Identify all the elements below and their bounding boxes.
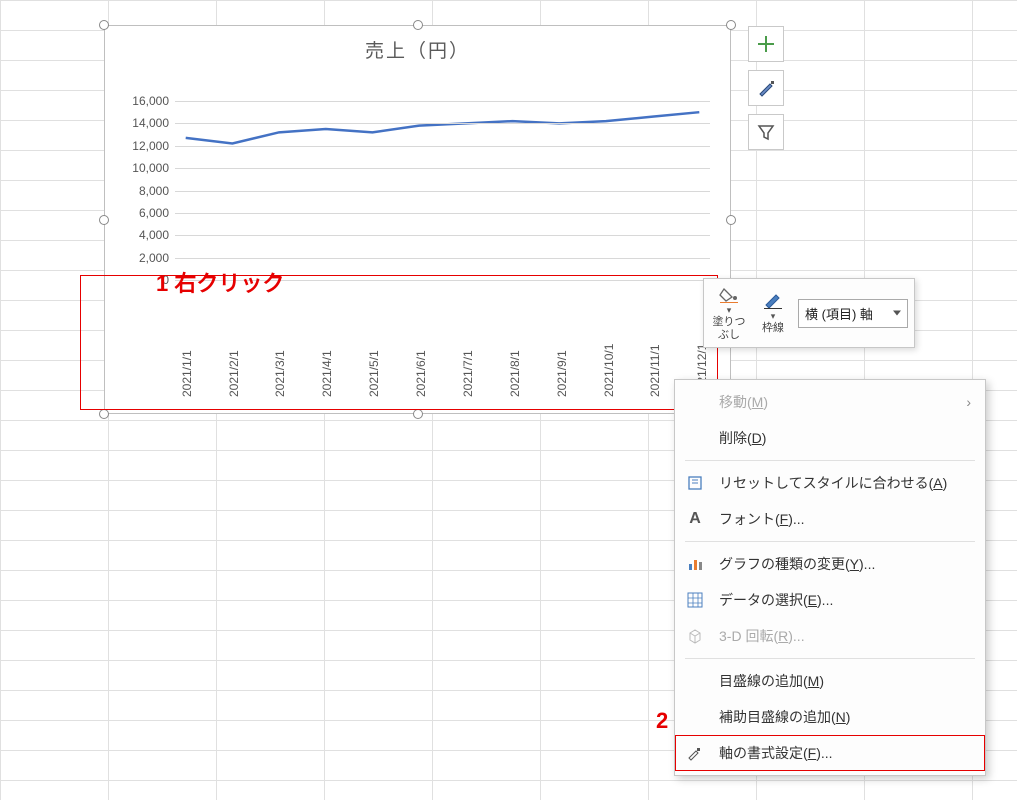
menu-item-label: グラフの種類の変更(Y)...: [719, 554, 875, 574]
mini-toolbar: ▾ 塗りつぶし ▾ 枠線 横 (項目) 軸: [703, 278, 915, 348]
menu-item-delete[interactable]: 削除(D): [675, 420, 985, 456]
menu-item-label: 補助目盛線の追加(N): [719, 707, 850, 727]
gridline: [175, 168, 710, 169]
resize-handle[interactable]: [99, 409, 109, 419]
selector-value: 横 (項目) 軸: [805, 307, 873, 322]
menu-separator: [685, 658, 975, 659]
outline-label: 枠線: [762, 322, 784, 334]
grid-icon: [685, 590, 705, 610]
x-tick-label[interactable]: 2021/5/1: [367, 350, 381, 397]
gridline: [175, 123, 710, 124]
menu-item-label: データの選択(E)...: [719, 590, 833, 610]
outline-button[interactable]: ▾ 枠線: [754, 291, 792, 334]
annotation-step-1: 1 右クリック: [156, 266, 284, 298]
menu-item-mingrid[interactable]: 補助目盛線の追加(N): [675, 699, 985, 735]
menu-item-move: 移動(M) ›: [675, 384, 985, 420]
chart-side-buttons: [748, 26, 784, 158]
y-tick-label: 14,000: [132, 116, 169, 130]
menu-item-label: リセットしてスタイルに合わせる(A): [719, 473, 947, 493]
chart-filters-button[interactable]: [748, 114, 784, 150]
y-axis-ticks: 02,0004,0006,0008,00010,00012,00014,0001…: [117, 101, 175, 280]
plot-area[interactable]: [175, 101, 710, 280]
y-tick-label: 6,000: [139, 206, 169, 220]
plus-icon: [756, 34, 776, 54]
blank-icon: [685, 671, 705, 691]
x-tick-label[interactable]: 2021/7/1: [461, 350, 475, 397]
annotation-step-2: 2: [656, 708, 668, 734]
menu-separator: [685, 541, 975, 542]
data-series-line[interactable]: [186, 112, 700, 143]
x-tick-label[interactable]: 2021/4/1: [320, 350, 334, 397]
y-tick-label: 16,000: [132, 94, 169, 108]
x-tick-label[interactable]: 2021/11/1: [648, 345, 662, 398]
chart-title[interactable]: 売上（円）: [105, 26, 730, 67]
blank-icon: [685, 707, 705, 727]
blank-icon: [685, 428, 705, 448]
menu-item-font[interactable]: A フォント(F)...: [675, 501, 985, 537]
submenu-arrow-icon: ›: [966, 394, 971, 410]
menu-item-label: 軸の書式設定(F)...: [719, 743, 833, 763]
chart-element-selector[interactable]: 横 (項目) 軸: [798, 299, 908, 328]
resize-handle[interactable]: [99, 215, 109, 225]
menu-item-label: 目盛線の追加(M): [719, 671, 824, 691]
x-tick-label[interactable]: 2021/2/1: [227, 350, 241, 397]
reset-icon: [685, 473, 705, 493]
pen-icon: [762, 291, 784, 309]
chart-object[interactable]: 売上（円） 02,0004,0006,0008,00010,00012,0001…: [104, 25, 731, 414]
chart-icon: [685, 554, 705, 574]
menu-item-label: 3-D 回転(R)...: [719, 626, 805, 646]
chart-styles-button[interactable]: [748, 70, 784, 106]
cube-icon: [685, 626, 705, 646]
menu-item-reset[interactable]: リセットしてスタイルに合わせる(A): [675, 465, 985, 501]
menu-separator: [685, 460, 975, 461]
format-icon: [685, 743, 705, 763]
brush-icon: [756, 78, 776, 98]
x-tick-label[interactable]: 2021/9/1: [555, 350, 569, 397]
x-tick-label[interactable]: 2021/3/1: [273, 350, 287, 397]
gridline: [175, 213, 710, 214]
y-tick-label: 10,000: [132, 161, 169, 175]
gridline: [175, 101, 710, 102]
gridline: [175, 258, 710, 259]
fill-label: 塗りつぶし: [712, 316, 745, 340]
y-tick-label: 4,000: [139, 228, 169, 242]
y-tick-label: 8,000: [139, 184, 169, 198]
menu-item-label: フォント(F)...: [719, 509, 805, 529]
x-tick-label[interactable]: 2021/6/1: [414, 350, 428, 397]
menu-item-label: 移動(M): [719, 392, 768, 412]
menu-item-label: 削除(D): [719, 428, 766, 448]
y-tick-label: 2,000: [139, 251, 169, 265]
paint-bucket-icon: [718, 285, 740, 303]
menu-item-dsel[interactable]: データの選択(E)...: [675, 582, 985, 618]
x-tick-label[interactable]: 2021/10/1: [602, 344, 616, 397]
resize-handle[interactable]: [726, 215, 736, 225]
menu-item-majgrid[interactable]: 目盛線の追加(M): [675, 663, 985, 699]
context-menu: 移動(M) › 削除(D) リセットしてスタイルに合わせる(A) A フォント(F)...…: [674, 379, 986, 776]
gridline: [175, 235, 710, 236]
fill-button[interactable]: ▾ 塗りつぶし: [710, 285, 748, 340]
y-tick-label: 12,000: [132, 139, 169, 153]
resize-handle[interactable]: [99, 20, 109, 30]
menu-item-rot3d: 3-D 回転(R)...: [675, 618, 985, 654]
resize-handle[interactable]: [726, 20, 736, 30]
gridline: [175, 191, 710, 192]
menu-item-chgtype[interactable]: グラフの種類の変更(Y)...: [675, 546, 985, 582]
gridline: [175, 146, 710, 147]
x-tick-label[interactable]: 2021/8/1: [508, 350, 522, 397]
menu-item-format[interactable]: 軸の書式設定(F)...: [675, 735, 985, 771]
add-chart-element-button[interactable]: [748, 26, 784, 62]
funnel-icon: [756, 122, 776, 142]
font-icon: A: [685, 509, 705, 529]
resize-handle[interactable]: [413, 20, 423, 30]
blank-icon: [685, 392, 705, 412]
x-axis-ticks[interactable]: 2021/1/1 2021/2/1 2021/3/1 2021/4/1 2021/5/1…: [175, 291, 710, 411]
x-tick-label[interactable]: 2021/1/1: [180, 350, 194, 397]
